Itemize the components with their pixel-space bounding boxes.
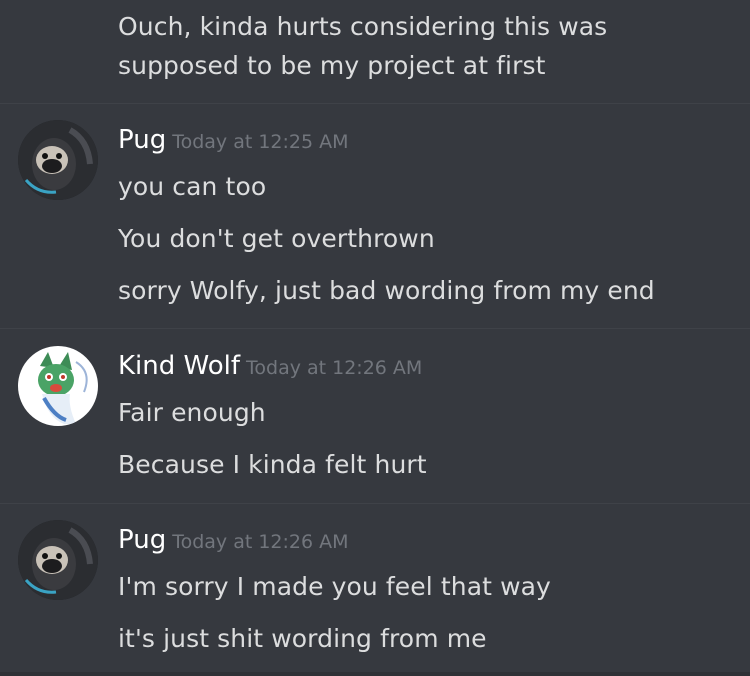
wolf-avatar-icon (18, 346, 98, 426)
message-text: sorry Wolfy, just bad wording from my en… (118, 276, 655, 305)
message-divider (0, 103, 750, 104)
chat-message-list: Ouch, kinda hurts considering this was s… (0, 0, 750, 676)
message-text: Because I kinda felt hurt (118, 450, 427, 479)
message-text: Ouch, kinda hurts considering this was (118, 12, 608, 41)
timestamp: Today at 12:25 AM (172, 131, 349, 153)
message-text: it's just shit wording from me (118, 624, 487, 653)
avatar-pug[interactable] (18, 120, 98, 200)
username[interactable]: Kind Wolf (118, 351, 240, 381)
message-divider (0, 503, 750, 504)
pug-avatar-icon (18, 120, 98, 200)
message-header: Pug Today at 12:25 AM (118, 120, 349, 160)
avatar-kind-wolf[interactable] (18, 346, 98, 426)
message-divider (0, 328, 750, 329)
composer-edge (0, 672, 750, 676)
message-header: Pug Today at 12:26 AM (118, 520, 349, 560)
message-text: you can too (118, 172, 267, 201)
timestamp: Today at 12:26 AM (246, 357, 423, 379)
username[interactable]: Pug (118, 525, 166, 555)
message-header: Kind Wolf Today at 12:26 AM (118, 346, 422, 386)
avatar-pug[interactable] (18, 520, 98, 600)
message-text: You don't get overthrown (118, 224, 435, 253)
message-text: I'm sorry I made you feel that way (118, 572, 551, 601)
username[interactable]: Pug (118, 125, 166, 155)
timestamp: Today at 12:26 AM (172, 531, 349, 553)
message-text: Fair enough (118, 398, 266, 427)
message-text: supposed to be my project at first (118, 51, 546, 80)
pug-avatar-icon (18, 520, 98, 600)
